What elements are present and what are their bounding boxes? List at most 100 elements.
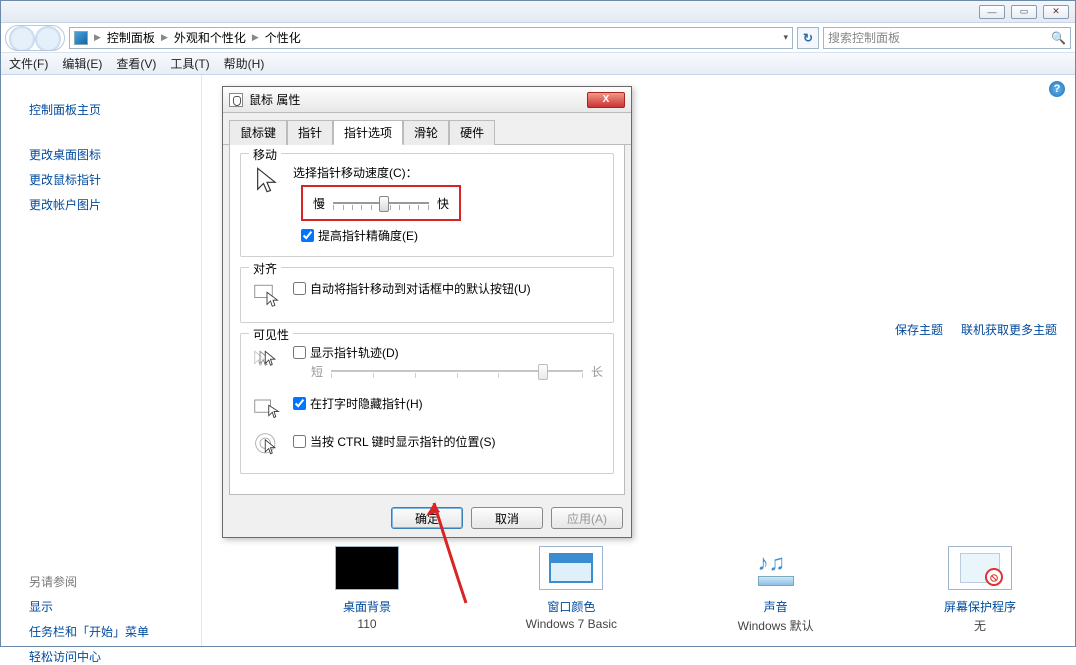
snap-to-icon (251, 278, 283, 310)
tile-caption: 屏幕保护程序 (944, 598, 1016, 615)
refresh-button[interactable]: ↻ (797, 27, 819, 49)
enhance-precision-input[interactable] (301, 229, 314, 242)
hide-pointer-input[interactable] (293, 397, 306, 410)
chevron-right-icon: ▶ (161, 32, 168, 43)
group-legend: 对齐 (249, 260, 281, 277)
ctrl-locate-label: 当按 CTRL 键时显示指针的位置(S) (310, 433, 496, 450)
more-themes-link[interactable]: 联机获取更多主题 (961, 321, 1057, 338)
menu-help[interactable]: 帮助(H) (224, 55, 265, 72)
tab-pointers[interactable]: 指针 (287, 120, 333, 145)
tile-subcaption: Windows 默认 (738, 617, 814, 634)
enhance-precision-checkbox[interactable]: 提高指针精确度(E) (301, 227, 603, 244)
trail-length-slider (331, 361, 583, 381)
dialog-buttons: 确定 取消 应用(A) (223, 501, 631, 537)
maximize-button[interactable]: ▭ (1011, 5, 1037, 19)
tab-wheel[interactable]: 滑轮 (403, 120, 449, 145)
search-icon: 🔍 (1051, 31, 1066, 45)
ctrl-locate-icon (251, 429, 283, 461)
minimize-button[interactable]: — (979, 5, 1005, 19)
menu-tools[interactable]: 工具(T) (170, 55, 209, 72)
dialog-titlebar[interactable]: 鼠标 属性 X (223, 87, 631, 113)
tab-buttons[interactable]: 鼠标键 (229, 120, 287, 145)
tile-subcaption: 110 (357, 617, 376, 631)
tile-sounds[interactable]: ♪♫ 声音 Windows 默认 (691, 546, 861, 634)
desktop-bg-thumb (335, 546, 399, 590)
dialog-close-button[interactable]: X (587, 92, 625, 108)
group-legend: 可见性 (249, 326, 293, 343)
snap-to-checkbox[interactable]: 自动将指针移动到对话框中的默认按钮(U) (293, 280, 603, 297)
addr-dropdown-icon[interactable]: ▾ (783, 32, 788, 43)
breadcrumb-l2[interactable]: 外观和个性化 (174, 29, 246, 46)
address-row: ▶ 控制面板 ▶ 外观和个性化 ▶ 个性化 ▾ ↻ 搜索控制面板 🔍 (1, 23, 1075, 53)
tile-caption: 窗口颜色 (547, 598, 595, 615)
window-color-thumb (539, 546, 603, 590)
group-motion: 移动 选择指针移动速度(C)： 慢 快 (240, 153, 614, 257)
theme-row: 桌面背景 110 窗口颜色 Windows 7 Basic ♪♫ (282, 546, 1065, 634)
snap-to-input[interactable] (293, 282, 306, 295)
tile-subcaption: 无 (974, 617, 986, 634)
chevron-right-icon: ▶ (252, 32, 259, 43)
breadcrumb-root[interactable]: 控制面板 (107, 29, 155, 46)
menu-bar: 文件(F) 编辑(E) 查看(V) 工具(T) 帮助(H) (1, 53, 1075, 75)
sidebar-mouse-pointer[interactable]: 更改鼠标指针 (29, 171, 201, 188)
help-icon[interactable]: ? (1049, 81, 1065, 97)
pointer-trail-icon (251, 344, 283, 376)
chevron-right-icon: ▶ (94, 32, 101, 43)
sidebar-ease-of-access[interactable]: 轻松访问中心 (29, 648, 201, 665)
menu-file[interactable]: 文件(F) (9, 55, 48, 72)
tile-desktop-background[interactable]: 桌面背景 110 (282, 546, 452, 634)
hide-pointer-checkbox[interactable]: 在打字时隐藏指针(H) (293, 395, 603, 412)
menu-edit[interactable]: 编辑(E) (62, 55, 102, 72)
long-label: 长 (591, 363, 603, 380)
ctrl-locate-input[interactable] (293, 435, 306, 448)
group-snap-to: 对齐 自动将指针移动到对话框中的默认按钮(U) (240, 267, 614, 323)
cancel-button[interactable]: 取消 (471, 507, 543, 529)
breadcrumb-l3[interactable]: 个性化 (265, 29, 301, 46)
enhance-precision-label: 提高指针精确度(E) (318, 227, 418, 244)
ctrl-locate-checkbox[interactable]: 当按 CTRL 键时显示指针的位置(S) (293, 433, 603, 450)
tab-pointer-options[interactable]: 指针选项 (333, 120, 403, 145)
group-legend: 移动 (249, 146, 281, 163)
speed-highlight-box: 慢 快 (301, 185, 461, 221)
pointer-speed-label: 选择指针移动速度(C)： (293, 164, 603, 181)
close-button[interactable]: ✕ (1043, 5, 1069, 19)
theme-links: 保存主题 联机获取更多主题 (895, 321, 1057, 338)
tile-window-color[interactable]: 窗口颜色 Windows 7 Basic (486, 546, 656, 634)
search-input[interactable]: 搜索控制面板 🔍 (823, 27, 1071, 49)
short-label: 短 (311, 363, 323, 380)
apply-button[interactable]: 应用(A) (551, 507, 623, 529)
group-visibility: 可见性 显示指针轨迹(D) 短 (240, 333, 614, 474)
control-panel-icon (74, 31, 88, 45)
pointer-trail-input[interactable] (293, 346, 306, 359)
dialog-title: 鼠标 属性 (249, 91, 300, 108)
dialog-tabs: 鼠标键 指针 指针选项 滑轮 硬件 (223, 113, 631, 145)
address-bar[interactable]: ▶ 控制面板 ▶ 外观和个性化 ▶ 个性化 ▾ (69, 27, 793, 49)
pointer-trail-checkbox[interactable]: 显示指针轨迹(D) (293, 344, 603, 361)
slider-thumb[interactable] (379, 196, 389, 212)
pointer-speed-slider[interactable] (333, 193, 429, 213)
fast-label: 快 (437, 195, 449, 212)
mouse-properties-dialog: 鼠标 属性 X 鼠标键 指针 指针选项 滑轮 硬件 移动 选择指针移动速度(C)… (222, 86, 632, 538)
slow-label: 慢 (313, 195, 325, 212)
sidebar: 控制面板主页 更改桌面图标 更改鼠标指针 更改帐户图片 另请参阅 显示 任务栏和… (1, 75, 201, 646)
menu-view[interactable]: 查看(V) (116, 55, 156, 72)
sidebar-home[interactable]: 控制面板主页 (29, 101, 201, 118)
tab-hardware[interactable]: 硬件 (449, 120, 495, 145)
hide-pointer-icon (251, 391, 283, 423)
cursor-arrow-icon (251, 164, 283, 196)
tile-caption: 声音 (764, 598, 788, 615)
hide-pointer-label: 在打字时隐藏指针(H) (310, 395, 423, 412)
sidebar-display[interactable]: 显示 (29, 598, 201, 615)
tile-screensaver[interactable]: ⦸ 屏幕保护程序 无 (895, 546, 1065, 634)
sidebar-account-picture[interactable]: 更改帐户图片 (29, 196, 201, 213)
tile-subcaption: Windows 7 Basic (526, 617, 617, 631)
sidebar-see-also: 另请参阅 (29, 573, 201, 590)
nav-back-forward[interactable] (5, 25, 65, 51)
mouse-icon (229, 93, 243, 107)
sidebar-taskbar[interactable]: 任务栏和「开始」菜单 (29, 623, 201, 640)
ok-button[interactable]: 确定 (391, 507, 463, 529)
save-theme-link[interactable]: 保存主题 (895, 321, 943, 338)
sounds-thumb: ♪♫ (744, 546, 808, 590)
pointer-trail-label: 显示指针轨迹(D) (310, 344, 399, 361)
sidebar-desktop-icons[interactable]: 更改桌面图标 (29, 146, 201, 163)
